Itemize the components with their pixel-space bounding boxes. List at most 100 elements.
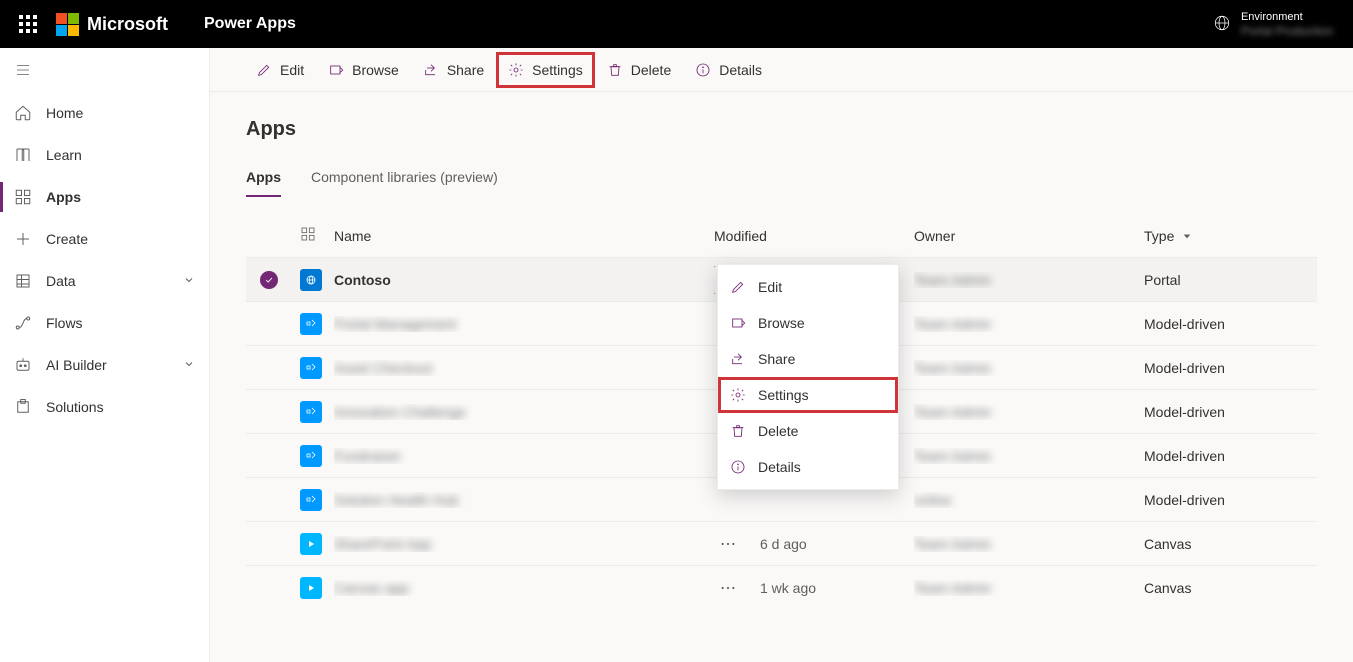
more-actions-button[interactable] xyxy=(714,574,742,602)
owner-text: Team Admin xyxy=(914,536,991,552)
ctx-label: Share xyxy=(758,351,795,367)
home-icon xyxy=(14,104,32,122)
app-launcher-button[interactable] xyxy=(8,4,48,44)
type-text: Portal xyxy=(1144,272,1284,288)
ctx-details[interactable]: Details xyxy=(718,449,898,485)
modified-text: 1 wk ago xyxy=(760,580,816,596)
info-icon xyxy=(695,62,711,78)
app-type-icon xyxy=(300,445,322,467)
column-type[interactable]: Type xyxy=(1144,228,1284,244)
type-text: Model-driven xyxy=(1144,316,1284,332)
app-name: Portal Management xyxy=(334,316,456,332)
tab-component-libraries[interactable]: Component libraries (preview) xyxy=(311,169,498,197)
context-menu: Edit Browse Share Settings xyxy=(717,264,899,490)
sidebar-item-learn[interactable]: Learn xyxy=(0,134,209,176)
owner-text: Team Admin xyxy=(914,448,991,464)
browse-icon xyxy=(328,62,344,78)
ctx-label: Browse xyxy=(758,315,805,331)
plus-icon xyxy=(14,230,32,248)
type-text: Canvas xyxy=(1144,536,1284,552)
owner-text: Team Admin xyxy=(914,360,991,376)
column-icon[interactable] xyxy=(300,226,334,245)
type-text: Model-driven xyxy=(1144,448,1284,464)
main-region: Edit Browse Share Settings Delete Detail… xyxy=(210,48,1353,662)
cmd-label: Share xyxy=(447,62,484,78)
tab-apps[interactable]: Apps xyxy=(246,169,281,197)
ctx-browse[interactable]: Browse xyxy=(718,305,898,341)
app-type-icon xyxy=(300,313,322,335)
sidebar-item-label: Apps xyxy=(46,189,81,205)
cmd-edit[interactable]: Edit xyxy=(246,54,314,86)
sidebar-item-label: Learn xyxy=(46,147,82,163)
app-type-icon xyxy=(300,577,322,599)
cmd-label: Details xyxy=(719,62,762,78)
nav-collapse-button[interactable] xyxy=(0,48,209,92)
sort-down-icon xyxy=(1178,228,1192,244)
owner-text: Team Admin xyxy=(914,316,991,332)
ctx-label: Edit xyxy=(758,279,782,295)
cmd-settings[interactable]: Settings xyxy=(498,54,593,86)
microsoft-logo[interactable]: Microsoft xyxy=(56,13,168,36)
share-icon xyxy=(423,62,439,78)
app-type-icon xyxy=(300,533,322,555)
page-body: Apps Apps Component libraries (preview) … xyxy=(210,92,1353,662)
edit-icon xyxy=(256,62,272,78)
sidebar-item-apps[interactable]: Apps xyxy=(0,176,209,218)
data-icon xyxy=(14,272,32,290)
sidebar-item-data[interactable]: Data xyxy=(0,260,209,302)
type-text: Canvas xyxy=(1144,580,1284,596)
ctx-settings[interactable]: Settings xyxy=(718,377,898,413)
environment-picker[interactable]: Environment Portal Production xyxy=(1241,10,1333,38)
cmd-label: Browse xyxy=(352,62,399,78)
app-name: Fundraiser xyxy=(334,448,401,464)
global-header: Microsoft Power Apps Environment Portal … xyxy=(0,0,1353,48)
cmd-browse[interactable]: Browse xyxy=(318,54,409,86)
chevron-down-icon xyxy=(183,273,195,289)
sidebar-item-label: Data xyxy=(46,273,76,289)
delete-icon xyxy=(607,62,623,78)
brand-text: Microsoft xyxy=(87,14,168,35)
sidebar-item-home[interactable]: Home xyxy=(0,92,209,134)
sidebar-item-label: Flows xyxy=(46,315,83,331)
sidebar-item-label: AI Builder xyxy=(46,357,107,373)
column-type-label: Type xyxy=(1144,228,1174,244)
modified-text: 6 d ago xyxy=(760,536,807,552)
owner-text: Team Admin xyxy=(914,404,991,420)
column-modified[interactable]: Modified xyxy=(714,228,914,244)
flows-icon xyxy=(14,314,32,332)
app-title[interactable]: Power Apps xyxy=(204,15,296,33)
apps-icon xyxy=(14,188,32,206)
cmd-share[interactable]: Share xyxy=(413,54,494,86)
table-row[interactable]: SharePoint App6 d agoTeam AdminCanvas xyxy=(246,521,1317,565)
sidebar-item-ai-builder[interactable]: AI Builder xyxy=(0,344,209,386)
tabs: Apps Component libraries (preview) xyxy=(246,169,1317,198)
sidebar-item-solutions[interactable]: Solutions xyxy=(0,386,209,428)
cmd-label: Delete xyxy=(631,62,671,78)
ctx-delete[interactable]: Delete xyxy=(718,413,898,449)
column-name[interactable]: Name xyxy=(334,228,714,244)
waffle-icon xyxy=(19,15,37,33)
ai-icon xyxy=(14,356,32,374)
app-name: Canvas app xyxy=(334,580,409,596)
sidebar-item-label: Solutions xyxy=(46,399,104,415)
cmd-delete[interactable]: Delete xyxy=(597,54,681,86)
app-name: Solution Health Hub xyxy=(334,492,459,508)
owner-text: Team Admin xyxy=(914,272,991,288)
column-owner[interactable]: Owner xyxy=(914,228,1144,244)
cmd-details[interactable]: Details xyxy=(685,54,772,86)
sidebar-item-create[interactable]: Create xyxy=(0,218,209,260)
more-actions-button[interactable] xyxy=(714,530,742,558)
type-text: Model-driven xyxy=(1144,360,1284,376)
microsoft-squares-icon xyxy=(56,13,79,36)
sidebar-item-flows[interactable]: Flows xyxy=(0,302,209,344)
ctx-share[interactable]: Share xyxy=(718,341,898,377)
command-bar: Edit Browse Share Settings Delete Detail… xyxy=(210,48,1353,92)
environment-label: Environment xyxy=(1241,10,1333,24)
environment-icon[interactable] xyxy=(1213,14,1231,35)
ctx-edit[interactable]: Edit xyxy=(718,269,898,305)
owner-text: Team Admin xyxy=(914,580,991,596)
ctx-label: Delete xyxy=(758,423,798,439)
type-text: Model-driven xyxy=(1144,404,1284,420)
table-row[interactable]: Canvas app 1 wk ago Team Admin Canvas xyxy=(246,565,1317,609)
app-name: Asset Checkout xyxy=(334,360,432,376)
